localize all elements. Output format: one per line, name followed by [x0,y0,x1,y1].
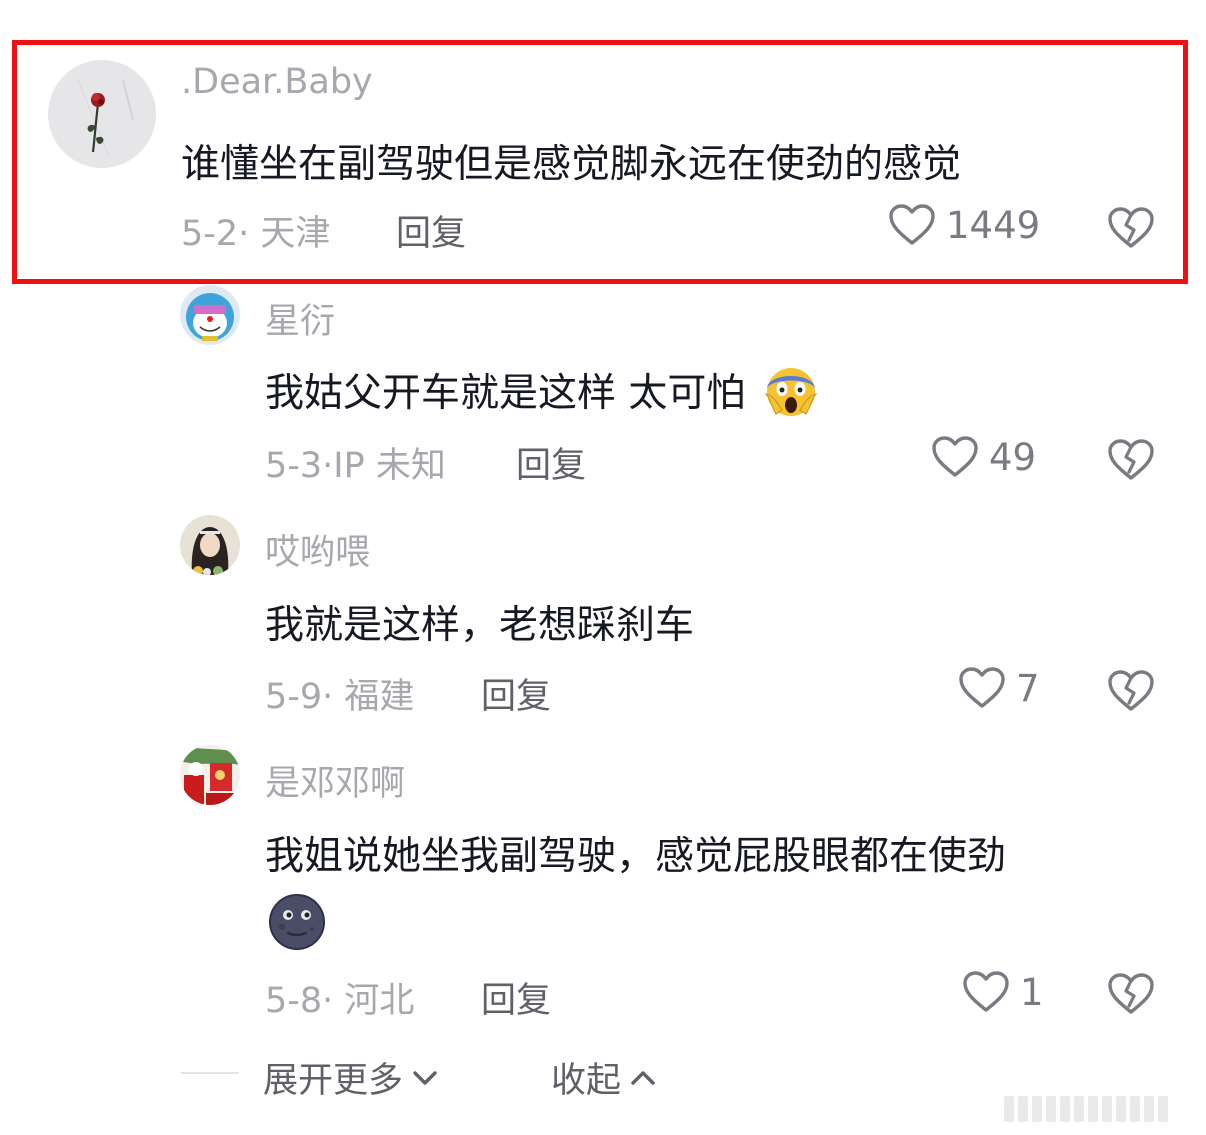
comment-author[interactable]: 是邓邓啊 [265,755,405,806]
like-button[interactable]: 1449 [888,203,1040,247]
comment-meta: 5-8· 河北 [265,981,415,1021]
watermark-bar [1130,1096,1140,1122]
chevron-up-icon [631,1070,655,1085]
user-avatar[interactable] [48,60,156,168]
red-decor-avatar-icon [180,745,240,805]
watermark-bar [1074,1096,1084,1122]
broken-heart-icon [1108,439,1154,480]
comment-text-content: 我姑父开车就是这样 太可怕 [265,371,746,416]
watermark-bar [1144,1096,1154,1122]
like-count: 1 [1020,970,1044,1014]
dislike-button[interactable] [1107,972,1155,1016]
comment-author[interactable]: .Dear.Baby [181,62,373,102]
comment-meta: 5-9· 福建 [265,677,415,717]
collapse-button[interactable]: 收起 [551,1052,657,1103]
doraemon-avatar-icon [180,285,240,345]
new-moon-face-icon [269,894,325,950]
broken-heart-icon [1108,207,1154,248]
comment-text: 我就是这样，老想踩刹车 [265,603,695,648]
like-button[interactable]: 49 [931,435,1036,479]
like-button[interactable]: 1 [962,970,1044,1014]
girl-avatar-icon [180,515,240,575]
user-avatar[interactable] [180,745,240,805]
like-count: 49 [989,435,1037,479]
broken-heart-icon [1108,973,1154,1014]
like-button[interactable]: 7 [958,666,1040,710]
expand-more-button[interactable]: 展开更多 [263,1052,439,1103]
reply-button[interactable]: 回复 [481,668,551,719]
watermark-bar [1032,1096,1042,1122]
dislike-button[interactable] [1107,206,1155,250]
watermark-bar [1046,1096,1056,1122]
expand-more-label: 展开更多 [263,1061,404,1101]
like-count: 1449 [946,203,1041,247]
rose-avatar-icon [48,60,156,168]
comment-meta: 5-3·IP 未知 [265,446,446,486]
chevron-down-icon [413,1070,437,1085]
comment-author[interactable]: 哎哟喂 [265,524,370,575]
comment-text: 我姐说她坐我副驾驶，感觉屁股眼都在使劲 [265,834,1007,879]
replies-footer: 展开更多 收起 [0,1050,1206,1103]
reply-button[interactable]: 回复 [396,205,466,256]
user-avatar[interactable] [180,285,240,345]
comment-text: 谁懂坐在副驾驶但是感觉脚永远在使劲的感觉 [181,142,962,187]
dislike-button[interactable] [1107,438,1155,482]
heart-icon [959,667,1005,708]
watermark-bar [1116,1096,1126,1122]
watermark-bar [1060,1096,1070,1122]
screaming-face-emoji [764,364,818,428]
heart-icon [932,436,978,477]
heart-icon [963,971,1009,1012]
reply-comment: 是邓邓啊 我姐说她坐我副驾驶，感觉屁股眼都在使劲 5-8· 河北 回复 1 [0,0,1206,1021]
comment-main: .Dear.Baby 谁懂坐在副驾驶但是感觉脚永远在使劲的感觉 5-2· 天津 … [0,0,1206,290]
comment-meta: 5-2· 天津 [181,214,331,254]
user-avatar[interactable] [180,515,240,575]
broken-heart-icon [1108,670,1154,711]
reply-button[interactable]: 回复 [481,972,551,1023]
new-moon-face-emoji [268,893,326,955]
screaming-face-icon [764,367,818,416]
reply-button[interactable]: 回复 [516,437,586,488]
comment-text: 我姑父开车就是这样 太可怕 [265,362,818,428]
watermark-bar [1018,1096,1028,1122]
watermark-bar [1158,1096,1168,1122]
heart-icon [889,204,935,245]
dislike-button[interactable] [1107,669,1155,713]
collapse-label: 收起 [551,1061,622,1101]
like-count: 7 [1016,666,1040,710]
divider [181,1072,239,1074]
watermark-bar [1102,1096,1112,1122]
watermark-bar [1088,1096,1098,1122]
watermark-bar [1004,1096,1014,1122]
comment-author[interactable]: 星衍 [265,293,335,344]
watermark-bars [1004,1094,1194,1124]
